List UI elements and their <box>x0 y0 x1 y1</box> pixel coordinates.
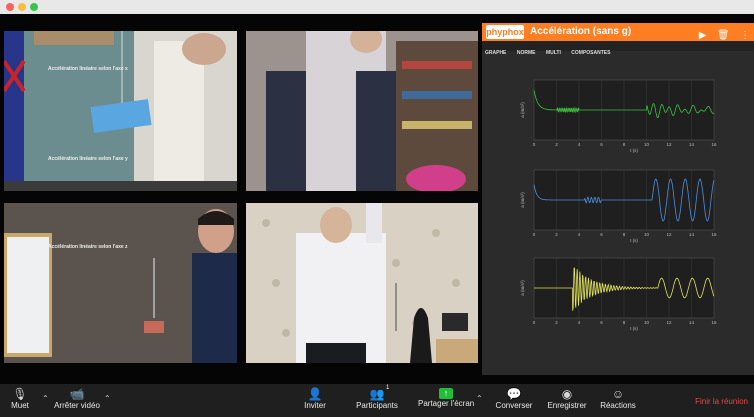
tab-norme[interactable]: NORME <box>514 48 539 58</box>
x-tick-label: 8 <box>623 232 626 237</box>
x-tick-label: 8 <box>623 320 626 325</box>
participants-button[interactable]: 👥 1 Participants <box>354 384 400 417</box>
video-gallery: phyphox Accélération (sans g) ▶ 🗑 ⋮ GRAP… <box>0 14 754 384</box>
x-tick-label: 12 <box>666 232 672 237</box>
x-tick-label: 2 <box>555 320 558 325</box>
graph-y[interactable]: 0 2 4 6 8 10 12 14 16 a (m/s²) t (s) <box>482 164 754 246</box>
invite-button[interactable]: 👤 Inviter <box>298 384 332 417</box>
mute-label: Muet <box>11 401 29 410</box>
x-tick-label: 4 <box>578 232 581 237</box>
x-tick-label: 0 <box>533 232 536 237</box>
chevron-up-icon[interactable]: ⌃ <box>104 394 111 403</box>
x-tick-label: 14 <box>689 320 695 325</box>
participants-label: Participants <box>356 401 398 410</box>
x-tick-label: 8 <box>623 142 626 147</box>
end-meeting-button[interactable]: Finir la réunion <box>695 397 748 406</box>
video-tile-1[interactable] <box>4 31 237 191</box>
x-tick-label: 2 <box>555 232 558 237</box>
video-tile-2-image <box>246 31 478 191</box>
stop-video-button[interactable]: 📹 Arrêter vidéo <box>52 384 102 417</box>
y-axis-label: a (m/s²) <box>520 102 525 118</box>
x-tick-label: 16 <box>711 232 717 237</box>
reactions-button[interactable]: ☺ Réactions <box>598 384 638 417</box>
x-tick-label: 4 <box>578 142 581 147</box>
mute-button[interactable]: 🎙 Muet <box>4 384 36 417</box>
phyphox-header: phyphox Accélération (sans g) ▶ 🗑 ⋮ <box>482 23 754 41</box>
x-tick-label: 14 <box>689 142 695 147</box>
graph-x[interactable]: 0 2 4 6 8 10 12 14 16 a (m/s²) t (s) <box>482 74 754 156</box>
tab-composantes[interactable]: COMPOSANTES <box>568 48 613 58</box>
phyphox-logo: phyphox <box>486 25 524 39</box>
x-tick-label: 0 <box>533 320 536 325</box>
graph-y-title: Accélération linéaire selon l'axe y <box>48 156 128 162</box>
video-tile-4[interactable] <box>246 203 478 363</box>
share-screen-button[interactable]: ↑ Partager l'écran <box>418 384 474 417</box>
video-tile-4-image <box>246 203 478 363</box>
record-button[interactable]: ◉ Enregistrer <box>546 384 588 417</box>
x-tick-label: 0 <box>533 142 536 147</box>
x-axis-label: t (s) <box>630 326 638 331</box>
record-label: Enregistrer <box>547 401 587 410</box>
chevron-up-icon[interactable]: ⌃ <box>42 394 49 403</box>
phyphox-title: Accélération (sans g) <box>530 26 632 37</box>
x-tick-label: 14 <box>689 232 695 237</box>
share-screen-label: Partager l'écran <box>418 399 475 408</box>
x-axis-label: t (s) <box>630 238 638 243</box>
phyphox-tabs: GRAPHE NORME MULTI COMPOSANTES <box>482 41 754 56</box>
invite-label: Inviter <box>304 401 326 410</box>
minimize-window-button[interactable] <box>18 3 26 11</box>
x-tick-label: 4 <box>578 320 581 325</box>
x-tick-label: 2 <box>555 142 558 147</box>
y-axis-label: a (m/s²) <box>520 192 525 208</box>
x-tick-label: 10 <box>644 232 650 237</box>
stop-video-label: Arrêter vidéo <box>54 401 100 410</box>
graph-z-title: Accélération linéaire selon l'axe z <box>48 244 128 250</box>
camera-icon: 📹 <box>69 387 85 401</box>
chat-label: Converser <box>495 401 533 410</box>
x-tick-label: 12 <box>666 142 672 147</box>
x-tick-label: 16 <box>711 142 717 147</box>
add-user-icon: 👤 <box>307 387 323 401</box>
record-icon: ◉ <box>561 387 573 401</box>
meeting-toolbar: 🎙 Muet ⌃ 📹 Arrêter vidéo ⌃ 👤 Inviter 👥 1… <box>0 384 754 417</box>
video-tile-3[interactable] <box>4 203 237 363</box>
microphone-icon: 🎙 <box>12 387 28 401</box>
x-tick-label: 10 <box>644 142 650 147</box>
maximize-window-button[interactable] <box>30 3 38 11</box>
x-tick-label: 10 <box>644 320 650 325</box>
x-tick-label: 6 <box>600 320 603 325</box>
video-tile-2[interactable] <box>246 31 478 191</box>
chat-icon: 💬 <box>506 387 522 401</box>
participants-count: 1 <box>386 385 390 391</box>
emoji-icon: ☺ <box>611 387 625 401</box>
x-tick-label: 6 <box>600 142 603 147</box>
chat-button[interactable]: 💬 Converser <box>494 384 534 417</box>
graph-z[interactable]: 0 2 4 6 8 10 12 14 16 a (m/s²) t (s) <box>482 252 754 334</box>
x-axis-label: t (s) <box>630 148 638 153</box>
tab-graphe[interactable]: GRAPHE <box>482 48 509 58</box>
video-tile-3-image <box>4 203 237 363</box>
x-tick-label: 16 <box>711 320 717 325</box>
participants-icon: 👥 <box>369 387 385 401</box>
window-titlebar <box>0 0 754 14</box>
x-tick-label: 6 <box>600 232 603 237</box>
graph-x-title: Accélération linéaire selon l'axe x <box>48 66 128 72</box>
y-axis-label: a (m/s²) <box>520 280 525 296</box>
chevron-up-icon[interactable]: ⌃ <box>476 394 483 403</box>
reactions-label: Réactions <box>600 401 636 410</box>
tab-multi[interactable]: MULTI <box>543 48 564 58</box>
share-screen-icon: ↑ <box>439 388 453 399</box>
x-tick-label: 12 <box>666 320 672 325</box>
close-window-button[interactable] <box>6 3 14 11</box>
video-tile-1-image <box>4 31 237 191</box>
